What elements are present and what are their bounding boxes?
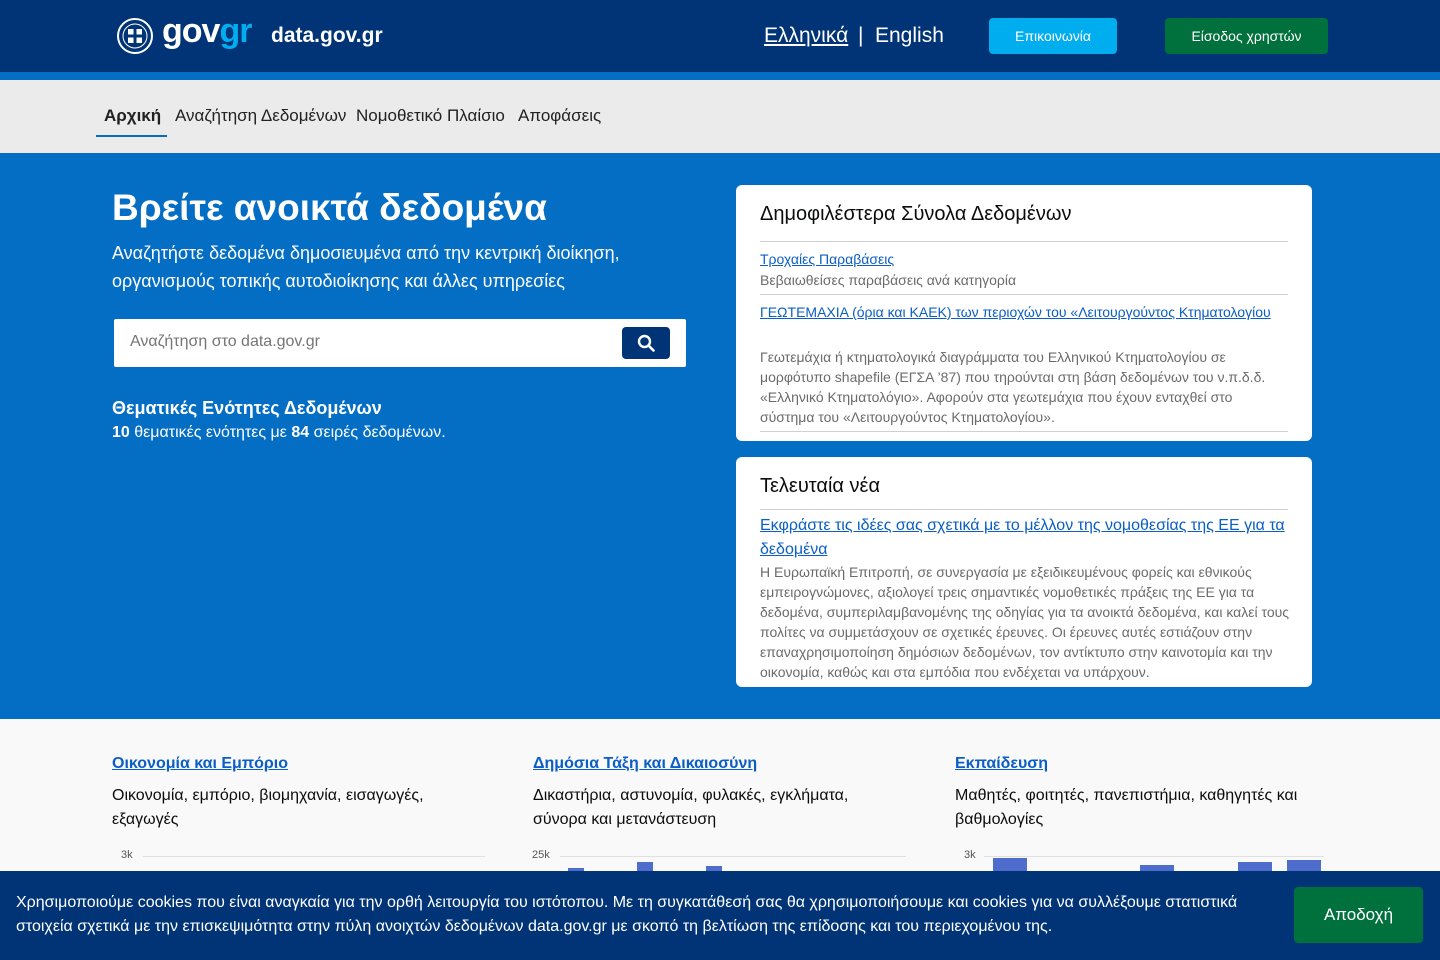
category-education: Εκπαίδευση Μαθητές, φοιτητές, πανεπιστήμ… [955, 752, 1335, 832]
themes-count: 10 [112, 424, 130, 441]
nav-item-legal-framework[interactable]: Νομοθετικό Πλαίσιο [356, 106, 505, 126]
themes-summary: 10 θεματικές ενότητες με 84 σειρές δεδομ… [112, 423, 446, 443]
latest-news-card: Τελευταία νέα Εκφράστε τις ιδέες σας σχε… [736, 457, 1312, 687]
greek-emblem-icon[interactable] [116, 17, 154, 55]
lang-separator: | [858, 24, 864, 47]
nav-item-home[interactable]: Αρχική [104, 106, 161, 126]
cookie-text: Χρησιμοποιούμε cookies που είναι αναγκαί… [16, 894, 1238, 935]
main-nav: Αρχική Αναζήτηση Δεδομένων Νομοθετικό Πλ… [0, 80, 1440, 153]
lang-greek-link[interactable]: Ελληνικά [764, 24, 848, 48]
chart-bar [993, 858, 1027, 872]
lang-english-link[interactable]: English [875, 24, 944, 48]
login-button[interactable]: Είσοδος χρηστών [1165, 18, 1328, 54]
news-desc: Η Ευρωπαϊκή Επιτροπή, σε συνεργασία με ε… [760, 564, 1290, 680]
latest-news-title: Τελευταία νέα [760, 475, 881, 497]
search-input[interactable] [130, 333, 610, 351]
hero-section: Βρείτε ανοικτά δεδομένα Αναζητήστε δεδομ… [0, 153, 1440, 719]
site-header: govgr data.gov.gr Ελληνικά | English Επι… [0, 0, 1440, 72]
divider [760, 431, 1288, 432]
chart-axis-label: 3k [964, 849, 976, 861]
category-public-order: Δημόσια Τάξη και Δικαιοσύνη Δικαστήρια, … [533, 752, 913, 832]
header-stripe [0, 72, 1440, 80]
chart-gridline [560, 856, 906, 857]
chart-gridline [984, 856, 1324, 857]
chart-gridline [143, 856, 485, 857]
category-desc-public-order: Δικαστήρια, αστυνομία, φυλακές, εγκλήματ… [533, 787, 849, 828]
popular-datasets-card: Δημοφιλέστερα Σύνολα Δεδομένων Τροχαίες … [736, 185, 1312, 441]
site-name[interactable]: data.gov.gr [271, 24, 383, 48]
chart-axis-label: 25k [532, 849, 550, 861]
hero-title: Βρείτε ανοικτά δεδομένα [112, 187, 547, 228]
news-link[interactable]: Εκφράστε τις ιδέες σας σχετικά με το μέλ… [760, 514, 1288, 562]
divider [760, 241, 1288, 242]
cookie-banner: Χρησιμοποιούμε cookies που είναι αναγκαί… [0, 871, 1440, 960]
series-count: 84 [291, 424, 310, 441]
divider [760, 509, 1288, 510]
hero-subtitle: Αναζητήστε δεδομένα δημοσιευμένα από την… [112, 243, 620, 291]
search-icon [637, 334, 655, 352]
search-button[interactable] [622, 327, 670, 359]
dataset-link-traffic-violations[interactable]: Τροχαίες Παραβάσεις [760, 247, 1288, 271]
category-desc-economy: Οικονομία, εμπόριο, βιομηχανία, εισαγωγέ… [112, 787, 424, 828]
themes-mid: θεματικές ενότητες με [134, 424, 287, 441]
category-desc-education: Μαθητές, φοιτητές, πανεπιστήμια, καθηγητ… [955, 787, 1298, 828]
popular-datasets-title: Δημοφιλέστερα Σύνολα Δεδομένων [760, 203, 1072, 225]
category-title-economy[interactable]: Οικονομία και Εμπόριο [112, 752, 492, 776]
category-economy: Οικονομία και Εμπόριο Οικονομία, εμπόριο… [112, 752, 492, 832]
chart-axis-label: 3k [121, 849, 133, 861]
dataset-desc-traffic-violations: Βεβαιωθείσες παραβάσεις ανά κατηγορία [760, 272, 1017, 288]
nav-item-decisions[interactable]: Αποφάσεις [518, 106, 601, 126]
govgr-logo[interactable]: govgr [162, 11, 252, 51]
themes-heading: Θεματικές Ενότητες Δεδομένων [112, 398, 382, 418]
themes-end: σειρές δεδομένων. [313, 424, 446, 441]
contact-button[interactable]: Επικοινωνία [989, 18, 1117, 54]
dataset-desc-cadastre-parcels: Γεωτεμάχια ή κτηματολογικά διαγράμματα τ… [760, 349, 1266, 425]
divider [760, 294, 1288, 295]
nav-item-search-data[interactable]: Αναζήτηση Δεδομένων [175, 106, 346, 126]
cookie-accept-button[interactable]: Αποδοχή [1294, 887, 1423, 943]
search-box [114, 319, 686, 367]
dataset-link-cadastre-parcels[interactable]: ΓΕΩΤΕΜΑΧΙΑ (όρια και ΚΑΕΚ) των περιοχών … [760, 300, 1288, 324]
category-title-public-order[interactable]: Δημόσια Τάξη και Δικαιοσύνη [533, 752, 913, 776]
category-title-education[interactable]: Εκπαίδευση [955, 752, 1335, 776]
nav-active-indicator [96, 135, 167, 137]
